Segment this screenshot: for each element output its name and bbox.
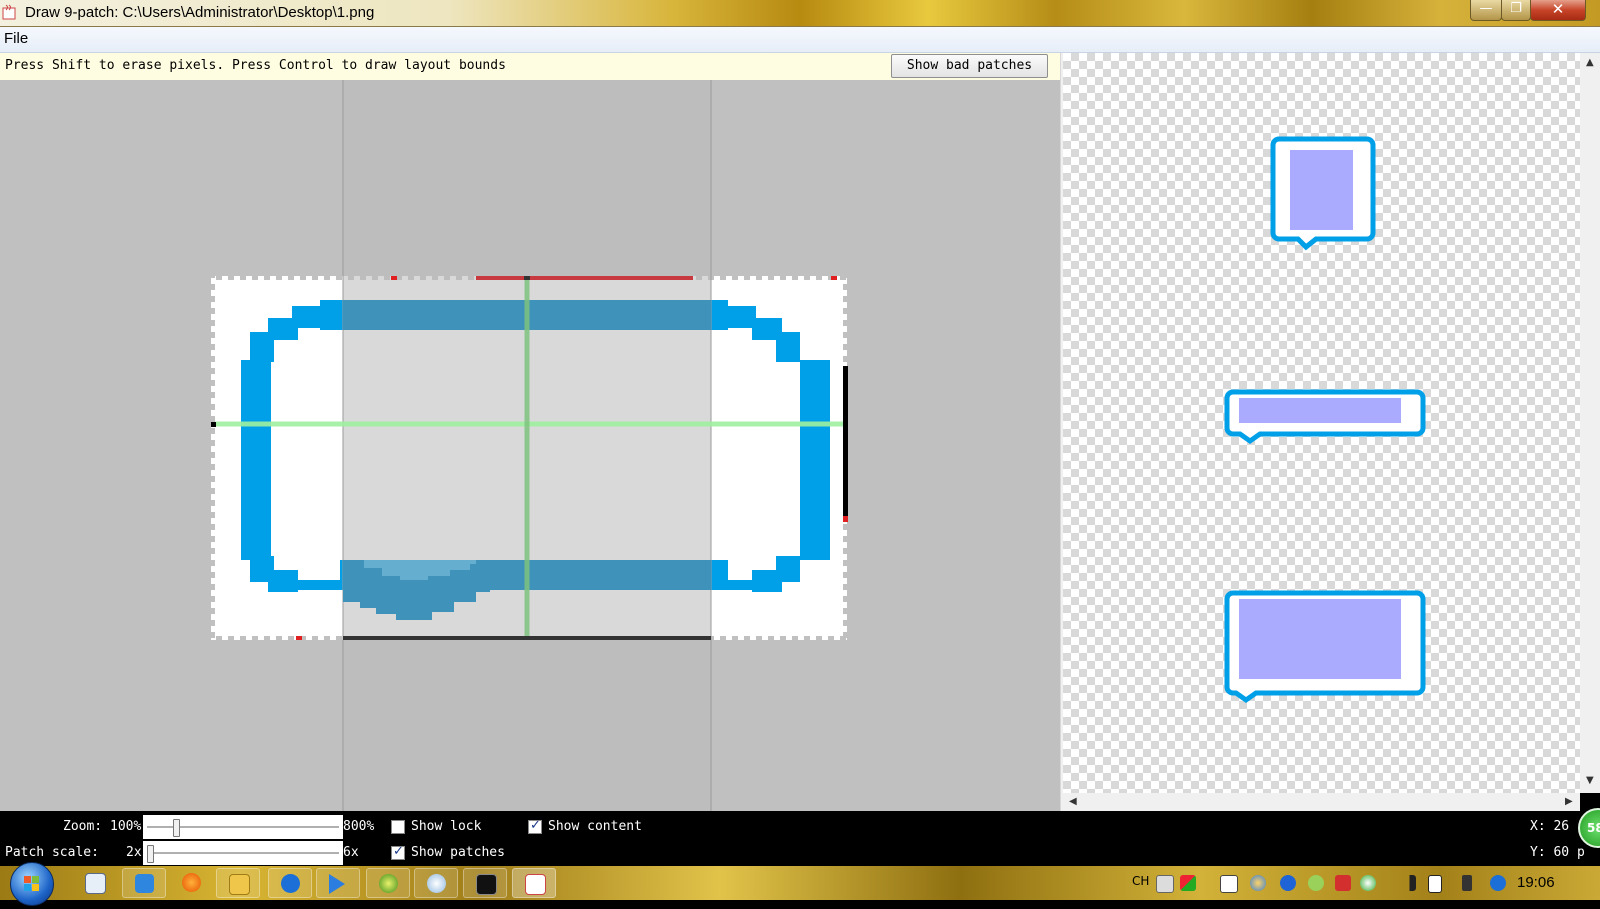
patch-scale-slider[interactable] [143,841,343,865]
show-patches-label[interactable]: Show patches [411,845,505,860]
hint-bar: Press Shift to erase pixels. Press Contr… [0,53,1060,80]
show-desktop-icon [85,873,106,894]
taskbar-kugou[interactable] [268,868,312,898]
bottom-red-dot [296,636,302,640]
show-lock-label[interactable]: Show lock [411,819,481,834]
top-marker-dark [524,276,530,280]
coordinate-y: Y: 60 p [1530,845,1585,860]
scroll-down-icon[interactable]: ▼ [1586,775,1594,786]
top-right-red-dot [831,276,837,280]
taskbar-media-player[interactable] [316,868,360,898]
zoom-slider-thumb[interactable] [173,819,180,837]
scroll-right-icon[interactable]: ▶ [1565,796,1573,807]
media-player-icon [329,874,345,894]
preview-large-bubble [1224,590,1426,704]
taskbar-sogou[interactable] [122,868,166,898]
patch-editor-canvas[interactable] [0,80,1060,811]
preview-pane [1063,53,1580,793]
bottom-content-marker [343,636,711,640]
preview-images [1224,136,1426,704]
java-app-icon [2,4,16,20]
right-red-dot [843,516,848,522]
zoom-slider[interactable] [143,815,343,839]
preview-tall-bubble [1270,136,1376,251]
preview-vertical-scrollbar[interactable]: ▲ ▼ [1580,53,1600,793]
zoom-max-label: 800% [343,819,375,834]
download-icon[interactable] [1360,875,1376,891]
left-stretch-marker [211,422,216,427]
pen-tool-icon[interactable] [1180,875,1196,891]
zoom-label: Zoom: [63,819,103,834]
volume-icon[interactable] [1462,875,1472,891]
title-bar: Draw 9-patch: C:\Users\Administrator\Des… [0,0,1600,27]
patch-scale-label: Patch scale: [5,845,99,860]
kugou-icon [281,874,300,893]
control-bar: Zoom: 100% 800% Show lock Show content P… [0,811,1600,866]
patch-scale-min: 2x [126,845,142,860]
battery-icon[interactable] [1428,875,1442,893]
taskbar: CH 19:06 [0,862,1600,906]
taskbar-java-active[interactable] [512,868,556,898]
show-patches-checkbox[interactable] [391,844,405,860]
clock[interactable]: 19:06 [1517,874,1555,891]
firefox-icon [182,873,201,892]
show-bad-patches-button[interactable]: Show bad patches [891,54,1048,78]
ime-indicator[interactable]: CH [1132,874,1149,888]
chat-icon[interactable] [1308,875,1324,891]
nine-patch-image[interactable] [0,80,1060,811]
taskbar-paint[interactable] [414,868,458,898]
top-stretch-marker [476,276,693,280]
start-orb[interactable] [10,862,54,906]
show-lock-checkbox[interactable] [391,820,405,834]
screenshot-tool-icon[interactable] [1220,875,1238,893]
taskbar-cmd[interactable] [463,868,507,898]
keyboard-icon[interactable] [1156,875,1174,893]
coordinate-x: X: 26 [1530,819,1570,834]
signal-icon[interactable] [1400,875,1416,891]
zoom-value: 100% [110,819,142,834]
top-red-dot [391,276,397,280]
taskbar-firefox[interactable] [170,868,214,898]
cmd-icon [476,874,497,895]
folder-icon [229,874,250,895]
right-content-marker [843,366,848,522]
show-desktop-button[interactable] [73,868,117,898]
badge-count: 58 [1587,821,1600,835]
show-content-label[interactable]: Show content [548,819,642,834]
java-icon [525,874,546,895]
left-border [211,276,215,640]
menu-file[interactable]: File [4,30,28,47]
preview-horizontal-scrollbar[interactable]: ◀ ▶ [1063,793,1580,811]
close-button[interactable]: ✕ [1530,0,1586,21]
kugou-tray-icon[interactable] [1490,875,1506,891]
show-content-checkbox[interactable] [528,818,542,834]
menu-bar: File [0,27,1600,53]
network-globe-icon[interactable] [1250,875,1266,891]
game-icon [379,874,398,893]
taskbar-explorer[interactable] [216,868,260,898]
security-icon[interactable] [1335,875,1351,891]
window-title: Draw 9-patch: C:\Users\Administrator\Des… [25,4,375,21]
preview-wide-bubble [1224,389,1426,445]
paint-icon [427,874,446,893]
scroll-left-icon[interactable]: ◀ [1069,796,1077,807]
minimize-button[interactable]: — [1470,0,1502,21]
scroll-up-icon[interactable]: ▲ [1586,57,1594,68]
hint-text: Press Shift to erase pixels. Press Contr… [5,58,506,73]
patch-scale-max: 6x [343,845,359,860]
maximize-button[interactable]: ❐ [1501,0,1531,21]
windows-logo-icon [24,876,39,891]
taskbar-game[interactable] [366,868,410,898]
patch-scale-slider-thumb[interactable] [147,845,154,863]
antivirus-icon[interactable] [1280,875,1296,891]
sogou-icon [135,874,154,893]
